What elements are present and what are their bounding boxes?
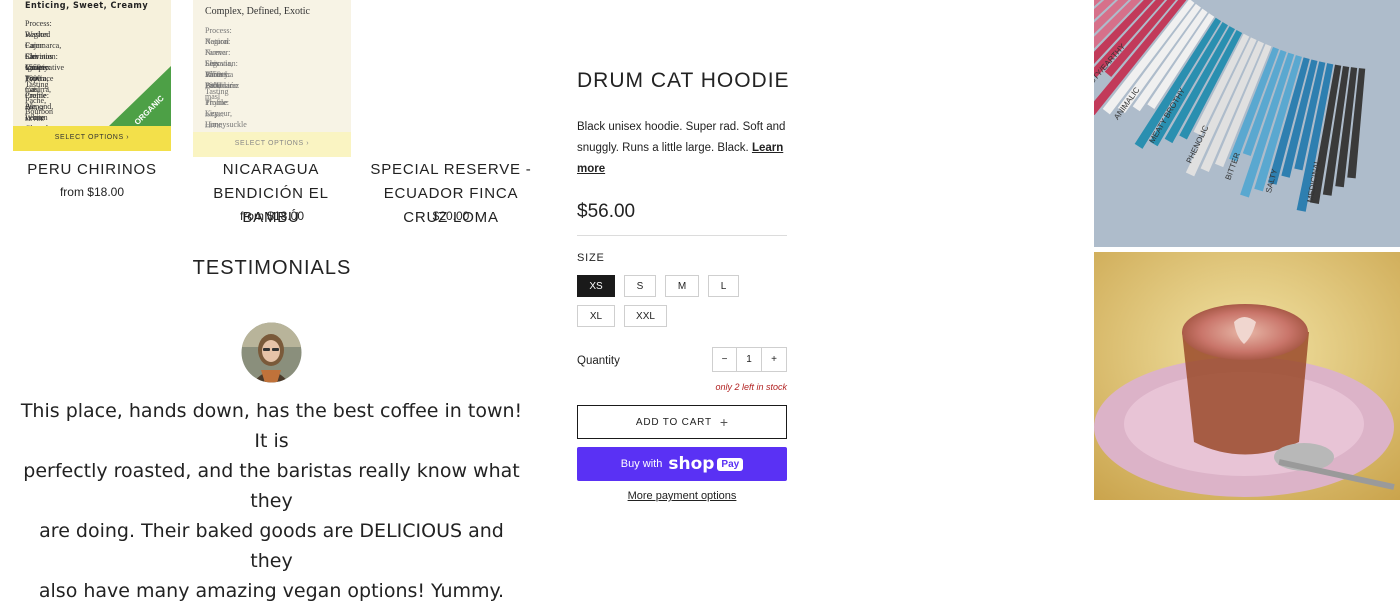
label-tagline: Complex, Defined, Exotic xyxy=(205,6,310,17)
select-options-bar[interactable]: SELECT OPTIONS › xyxy=(13,126,171,151)
size-option-xs[interactable]: XS xyxy=(577,275,615,297)
product-title-line: SPECIAL RESERVE - xyxy=(370,161,532,178)
testimonial-avatar xyxy=(241,322,302,383)
product-detail-title: DRUM CAT HOODIE xyxy=(577,69,790,92)
add-to-cart-label: ADD TO CART xyxy=(635,416,712,428)
quote-line: are doing. Their baked goods are DELICIO… xyxy=(39,520,504,572)
latte-graphic xyxy=(1094,252,1400,500)
pay-logo-badge: Pay xyxy=(717,457,744,471)
product-price: $56.00 xyxy=(577,201,636,222)
buy-with-label: Buy with xyxy=(620,458,663,470)
quote-line: This place, hands down, has the best cof… xyxy=(20,400,523,452)
more-payment-options-link[interactable]: More payment options xyxy=(577,490,787,502)
quantity-decrement-button[interactable]: − xyxy=(712,347,737,372)
latte-photo xyxy=(1094,252,1400,500)
product-image-nicaragua[interactable]: Complex, Defined, Exotic Process: Natura… xyxy=(193,0,351,157)
product-price: from $18.00 xyxy=(59,185,125,199)
size-option-m[interactable]: M xyxy=(665,275,699,297)
quote-line: also have many amazing vegan options! Yu… xyxy=(38,580,505,602)
select-options-label: SELECT OPTIONS › xyxy=(54,134,130,141)
testimonials-heading: TESTIMONIALS xyxy=(192,257,352,279)
product-description: Black unisex hoodie. Super rad. Soft and… xyxy=(577,117,787,180)
product-title[interactable]: PERU CHIRINOS xyxy=(13,158,171,182)
product-price: from $18.00 xyxy=(239,209,305,223)
price-divider xyxy=(577,235,787,236)
stock-note: only 2 left in stock xyxy=(715,382,787,392)
shop-pay-button[interactable]: Buy with shop Pay xyxy=(577,447,787,481)
flavor-wheel-graphic: MEDICINALSALTYBITTERPHENOLICMEATY BROTHY… xyxy=(1094,0,1400,247)
add-to-cart-button[interactable]: ADD TO CART + xyxy=(577,405,787,439)
label-tagline: Enticing, Sweet, Creamy xyxy=(25,1,149,11)
select-options-bar[interactable]: SELECT OPTIONS › xyxy=(193,132,351,157)
quantity-increment-button[interactable]: + xyxy=(761,347,787,372)
product-image-peru-chirinos[interactable]: Enticing, Sweet, Creamy Process: Washed … xyxy=(13,0,171,151)
product-title-line: NICARAGUA BENDICIÓN EL xyxy=(213,161,329,202)
shop-logo-text: shop xyxy=(668,454,715,474)
quote-line: perfectly roasted, and the baristas real… xyxy=(23,460,520,512)
size-option-s[interactable]: S xyxy=(624,275,656,297)
size-option-xxl[interactable]: XXL xyxy=(624,305,667,327)
flavor-wheel-image: MEDICINAL SALTY BITTER PHENOLIC MEATY BROTHY… xyxy=(1094,0,1400,247)
plus-icon: + xyxy=(719,414,729,430)
quantity-label: Quantity xyxy=(577,355,620,367)
size-option-xl[interactable]: XL xyxy=(577,305,615,327)
testimonial-quote: This place, hands down, has the best cof… xyxy=(20,396,523,606)
size-option-l[interactable]: L xyxy=(708,275,739,297)
select-options-label: SELECT OPTIONS › xyxy=(234,140,310,147)
organic-corner-banner: ORGANIC xyxy=(109,66,171,126)
quantity-input[interactable]: 1 xyxy=(736,347,762,372)
product-price: $20.00 xyxy=(432,209,470,223)
size-label: SIZE xyxy=(577,252,605,264)
